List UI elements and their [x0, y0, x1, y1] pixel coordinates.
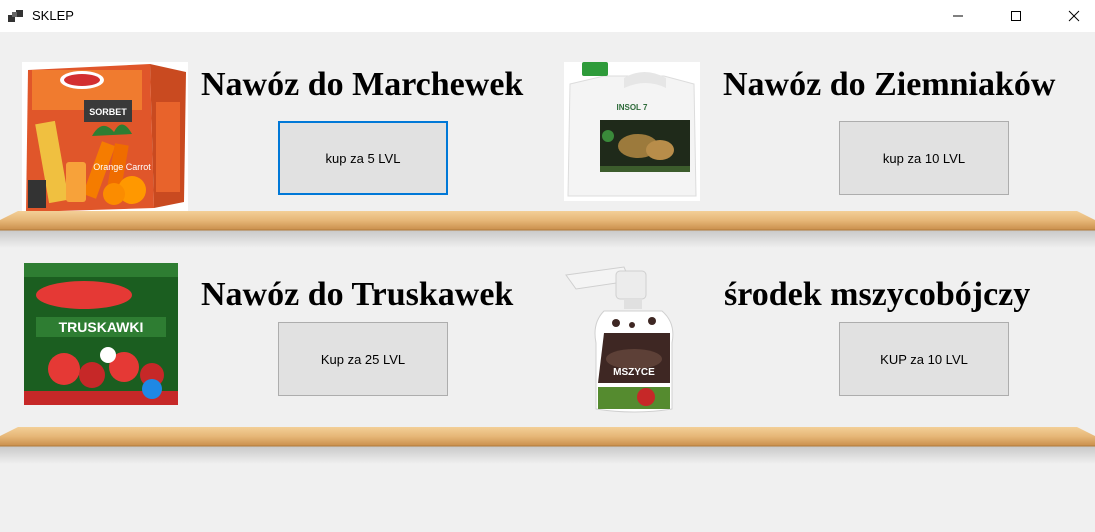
buy-aphid-spray-button[interactable]: KUP za 10 LVL: [839, 322, 1009, 396]
close-button[interactable]: [1051, 0, 1095, 32]
buy-carrot-fertilizer-button[interactable]: kup za 5 LVL: [278, 121, 448, 195]
app-window: SKLEP SORBET Orange Carrot Nawóz do Marc…: [0, 0, 1095, 532]
product-image-aphid-spray-label: MSZYCE: [613, 367, 655, 378]
product-image-carrot: SORBET Orange Carrot: [22, 62, 188, 214]
product-title-strawberry: Nawóz do Truskawek: [201, 276, 514, 313]
shelf-bottom: [0, 424, 1095, 464]
product-title-carrot: Nawóz do Marchewek: [201, 66, 524, 103]
minimize-button[interactable]: [935, 0, 981, 32]
product-image-potato: INSOL 7: [564, 62, 700, 201]
minimize-icon: [952, 10, 964, 22]
maximize-icon: [1010, 10, 1022, 22]
product-image-strawberry: TRUSKAWKI: [24, 263, 178, 405]
shop-panel: SORBET Orange Carrot Nawóz do Marchewek …: [0, 32, 1095, 532]
buy-strawberry-fertilizer-button[interactable]: Kup za 25 LVL: [278, 322, 448, 396]
product-title-potato: Nawóz do Ziemniaków: [723, 66, 1056, 103]
buy-potato-fertilizer-button[interactable]: kup za 10 LVL: [839, 121, 1009, 195]
product-image-potato-label: INSOL 7: [617, 103, 649, 112]
product-image-aphid-spray: MSZYCE: [564, 263, 700, 416]
app-window-icon: [8, 9, 24, 23]
title-bar[interactable]: SKLEP: [0, 0, 1095, 32]
product-image-strawberry-label: TRUSKAWKI: [59, 319, 144, 335]
product-title-aphid-spray: środek mszycobójczy: [724, 276, 1031, 313]
product-image-carrot-label: Orange Carrot: [93, 162, 151, 172]
close-icon: [1068, 10, 1080, 22]
maximize-button[interactable]: [993, 0, 1039, 32]
shelf-top: [0, 208, 1095, 248]
window-title: SKLEP: [32, 8, 74, 23]
svg-text:SORBET: SORBET: [89, 107, 127, 117]
